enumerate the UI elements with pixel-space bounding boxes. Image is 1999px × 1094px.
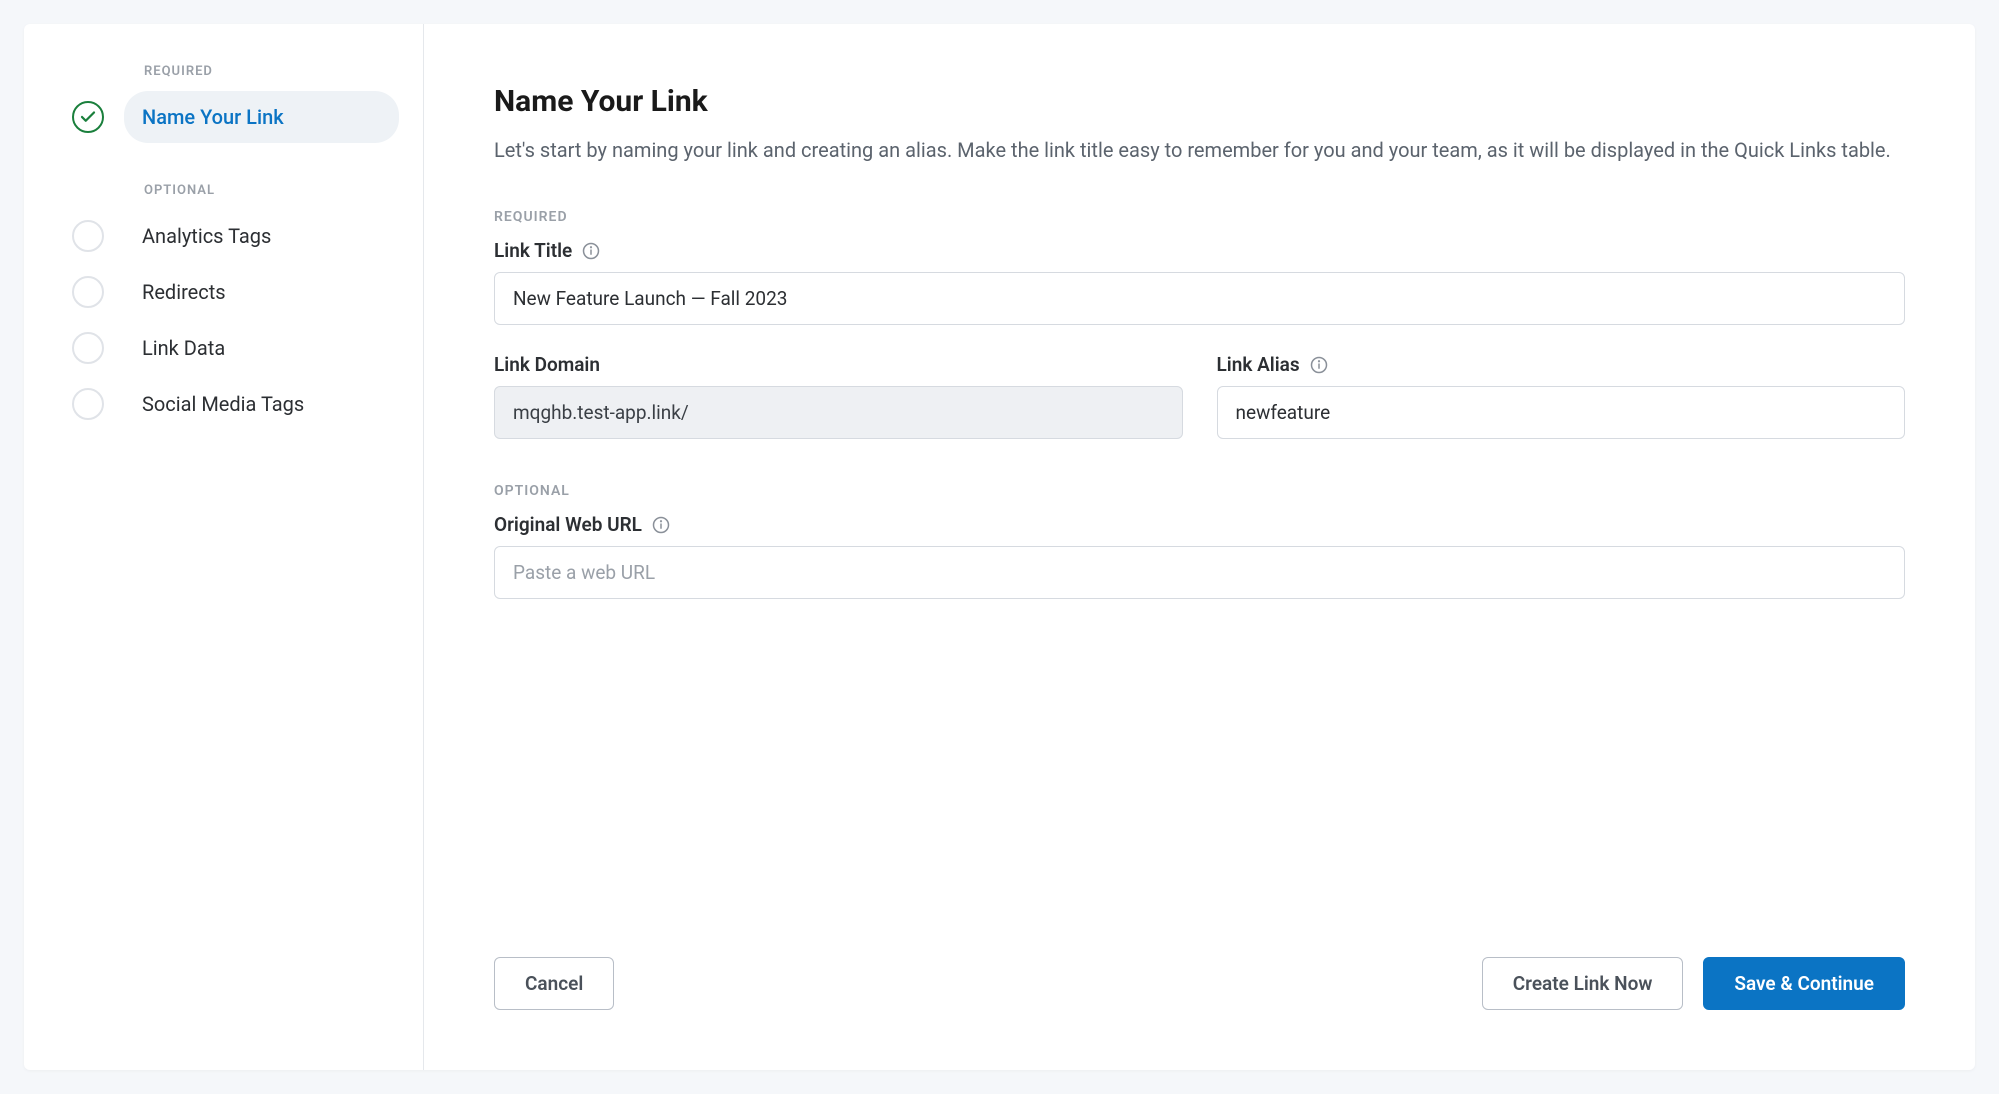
link-alias-input[interactable]: [1217, 386, 1906, 439]
empty-circle-icon: [72, 332, 104, 364]
original-url-input[interactable]: [494, 546, 1905, 599]
info-icon[interactable]: [582, 242, 600, 260]
empty-circle-icon: [72, 220, 104, 252]
sidebar-step-label: Analytics Tags: [124, 210, 399, 262]
link-alias-label: Link Alias: [1217, 353, 1300, 376]
cancel-button[interactable]: Cancel: [494, 957, 614, 1010]
wizard-sidebar: REQUIRED Name Your Link OPTIONAL Analyti…: [24, 24, 424, 1070]
sidebar-step-name-your-link[interactable]: Name Your Link: [72, 91, 399, 143]
required-group-label: REQUIRED: [494, 209, 1905, 225]
check-circle-icon: [72, 101, 104, 133]
original-url-field: Original Web URL: [494, 513, 1905, 599]
create-link-now-button[interactable]: Create Link Now: [1482, 957, 1684, 1010]
info-icon[interactable]: [1310, 356, 1328, 374]
wizard-main: Name Your Link Let's start by naming you…: [424, 24, 1975, 1070]
sidebar-step-social-media-tags[interactable]: Social Media Tags: [72, 378, 399, 430]
link-domain-field: Link Domain: [494, 353, 1183, 439]
save-continue-button[interactable]: Save & Continue: [1703, 957, 1905, 1010]
link-title-label: Link Title: [494, 239, 572, 262]
link-title-field: Link Title: [494, 239, 1905, 325]
optional-group-label: OPTIONAL: [494, 483, 1905, 499]
link-domain-label: Link Domain: [494, 353, 600, 376]
sidebar-optional-label: OPTIONAL: [144, 183, 399, 198]
link-domain-input: [494, 386, 1183, 439]
original-url-label: Original Web URL: [494, 513, 642, 536]
sidebar-step-label: Name Your Link: [124, 91, 399, 143]
sidebar-required-label: REQUIRED: [144, 64, 399, 79]
page-title: Name Your Link: [494, 84, 1905, 119]
page-description: Let's start by naming your link and crea…: [494, 135, 1905, 165]
wizard-card: REQUIRED Name Your Link OPTIONAL Analyti…: [24, 24, 1975, 1070]
empty-circle-icon: [72, 276, 104, 308]
sidebar-step-label: Social Media Tags: [124, 378, 399, 430]
sidebar-step-label: Link Data: [124, 322, 399, 374]
link-alias-field: Link Alias: [1217, 353, 1906, 439]
link-title-input[interactable]: [494, 272, 1905, 325]
info-icon[interactable]: [652, 516, 670, 534]
sidebar-step-analytics-tags[interactable]: Analytics Tags: [72, 210, 399, 262]
sidebar-step-label: Redirects: [124, 266, 399, 318]
sidebar-step-redirects[interactable]: Redirects: [72, 266, 399, 318]
empty-circle-icon: [72, 388, 104, 420]
wizard-footer: Cancel Create Link Now Save & Continue: [494, 897, 1905, 1010]
sidebar-step-link-data[interactable]: Link Data: [72, 322, 399, 374]
